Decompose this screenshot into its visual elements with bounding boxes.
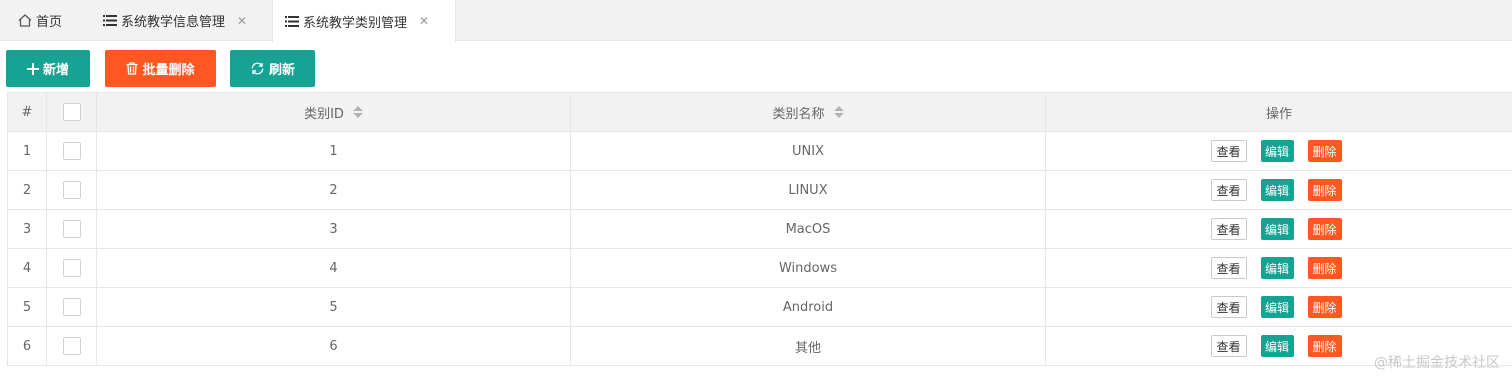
row-category-id: 1 — [97, 132, 571, 170]
tab-label: 系统教学类别管理 — [303, 15, 408, 31]
header-index: # — [7, 93, 47, 131]
row-category-id: 6 — [97, 327, 571, 365]
row-category-id: 3 — [97, 210, 571, 248]
close-icon[interactable]: ✕ — [237, 14, 247, 28]
edit-button[interactable]: 编辑 — [1260, 296, 1294, 318]
row-category-id: 2 — [97, 171, 571, 209]
delete-button[interactable]: 删除 — [1307, 218, 1342, 240]
add-button[interactable]: 新增 — [6, 50, 90, 87]
row-checkbox-cell — [47, 210, 97, 248]
table-row: 2 2 LINUX 查看 编辑 删除 — [7, 171, 1512, 210]
tab-label: 系统教学信息管理 — [121, 15, 226, 30]
tab-teaching-info[interactable]: 系统教学信息管理 ✕ — [96, 0, 266, 41]
row-category-name: LINUX — [571, 171, 1046, 209]
row-operations: 查看 编辑 删除 — [1046, 171, 1512, 209]
add-button-label: 新增 — [42, 63, 69, 78]
table-row: 6 6 其他 查看 编辑 删除 — [7, 327, 1512, 366]
row-checkbox-cell — [47, 249, 97, 287]
watermark: @稀土掘金技术社区 — [1374, 355, 1500, 371]
view-button[interactable]: 查看 — [1210, 218, 1247, 240]
table-header-row: # 类别ID 类别名称 操作 — [7, 93, 1512, 132]
row-checkbox[interactable] — [62, 220, 81, 238]
row-operations: 查看 编辑 删除 — [1046, 132, 1512, 170]
sort-icon[interactable] — [833, 106, 844, 118]
trash-icon — [126, 62, 138, 75]
row-category-name: Windows — [571, 249, 1046, 287]
close-icon[interactable]: ✕ — [419, 14, 429, 28]
table-body: 1 1 UNIX 查看 编辑 删除 2 2 LINUX 查看 编辑 删除 3 3… — [7, 132, 1512, 366]
row-index: 3 — [7, 210, 47, 248]
row-checkbox[interactable] — [62, 142, 81, 160]
edit-button[interactable]: 编辑 — [1260, 335, 1294, 357]
row-operations: 查看 编辑 删除 — [1046, 210, 1512, 248]
row-checkbox-cell — [47, 327, 97, 365]
tab-home[interactable]: 首页 — [18, 0, 78, 41]
edit-button[interactable]: 编辑 — [1260, 179, 1294, 201]
table-row: 5 5 Android 查看 编辑 删除 — [7, 288, 1512, 327]
edit-button[interactable]: 编辑 — [1260, 257, 1294, 279]
home-icon — [18, 14, 32, 27]
delete-button[interactable]: 删除 — [1307, 257, 1342, 279]
header-category-name[interactable]: 类别名称 — [571, 93, 1046, 131]
row-checkbox-cell — [47, 288, 97, 326]
row-checkbox[interactable] — [62, 298, 81, 316]
row-category-id: 5 — [97, 288, 571, 326]
row-checkbox[interactable] — [62, 259, 81, 277]
row-category-name: Android — [571, 288, 1046, 326]
refresh-icon — [250, 61, 265, 76]
tab-bar: 首页 系统教学信息管理 ✕ 系统教学类别管理 ✕ — [0, 0, 1512, 42]
view-button[interactable]: 查看 — [1210, 257, 1247, 279]
edit-button[interactable]: 编辑 — [1260, 218, 1294, 240]
header-category-id[interactable]: 类别ID — [97, 93, 571, 131]
row-index: 4 — [7, 249, 47, 287]
delete-button[interactable]: 删除 — [1307, 296, 1342, 318]
table-row: 4 4 Windows 查看 编辑 删除 — [7, 249, 1512, 288]
row-checkbox[interactable] — [62, 337, 81, 355]
row-category-name: MacOS — [571, 210, 1046, 248]
row-checkbox-cell — [47, 132, 97, 170]
list-icon — [285, 15, 299, 27]
refresh-button[interactable]: 刷新 — [230, 50, 315, 87]
row-index: 2 — [7, 171, 47, 209]
header-category-name-label: 类别名称 — [772, 106, 825, 122]
list-icon — [103, 15, 117, 26]
row-checkbox-cell — [47, 171, 97, 209]
refresh-button-label: 刷新 — [268, 63, 295, 78]
row-category-name: 其他 — [571, 327, 1046, 365]
view-button[interactable]: 查看 — [1210, 179, 1247, 201]
table-row: 3 3 MacOS 查看 编辑 删除 — [7, 210, 1512, 249]
tab-label: 首页 — [36, 15, 63, 30]
delete-button[interactable]: 删除 — [1307, 179, 1342, 201]
row-category-name: UNIX — [571, 132, 1046, 170]
batch-delete-button[interactable]: 批量删除 — [105, 50, 216, 87]
row-operations: 查看 编辑 删除 — [1046, 288, 1512, 326]
row-category-id: 4 — [97, 249, 571, 287]
view-button[interactable]: 查看 — [1210, 296, 1247, 318]
row-checkbox[interactable] — [62, 181, 81, 199]
delete-button[interactable]: 删除 — [1307, 140, 1342, 162]
sort-icon[interactable] — [352, 106, 363, 118]
plus-icon — [26, 62, 39, 75]
select-all-checkbox[interactable] — [62, 103, 81, 121]
delete-button[interactable]: 删除 — [1307, 335, 1342, 357]
header-checkbox-cell — [47, 93, 97, 131]
row-index: 5 — [7, 288, 47, 326]
edit-button[interactable]: 编辑 — [1260, 140, 1294, 162]
row-operations: 查看 编辑 删除 — [1046, 249, 1512, 287]
category-table: # 类别ID 类别名称 操作 1 1 UNIX 查看 编辑 删除 2 2 LIN… — [7, 92, 1512, 366]
header-category-id-label: 类别ID — [304, 106, 344, 122]
row-index: 6 — [7, 327, 47, 365]
batch-delete-button-label: 批量删除 — [142, 63, 195, 78]
tab-teaching-category[interactable]: 系统教学类别管理 ✕ — [272, 0, 456, 42]
table-row: 1 1 UNIX 查看 编辑 删除 — [7, 132, 1512, 171]
row-index: 1 — [7, 132, 47, 170]
header-operations: 操作 — [1265, 106, 1292, 122]
view-button[interactable]: 查看 — [1210, 140, 1247, 162]
view-button[interactable]: 查看 — [1210, 335, 1247, 357]
